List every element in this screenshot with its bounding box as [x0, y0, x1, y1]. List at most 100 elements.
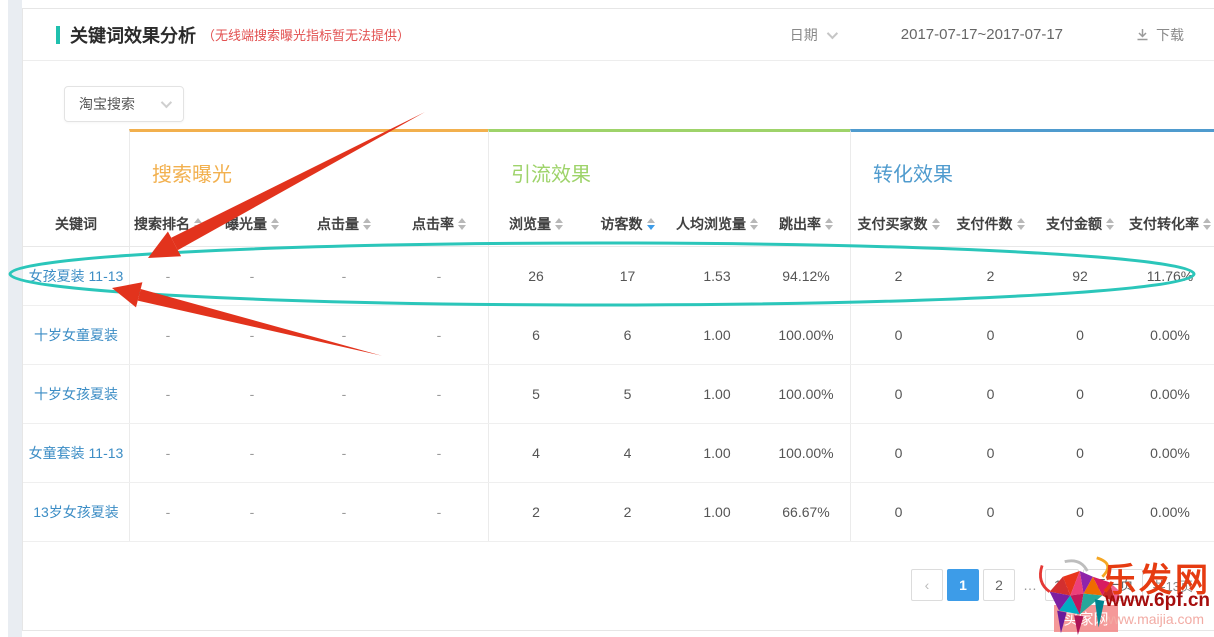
date-label: 日期 — [790, 25, 818, 45]
table-cell: 0.00% — [1125, 483, 1214, 541]
column-header-label: 浏览量 — [509, 214, 551, 234]
column-header-label: 搜索排名 — [134, 214, 190, 234]
keyword-cell[interactable]: 十岁女孩夏装 — [23, 365, 129, 423]
keyword-analysis-panel: 关键词效果分析 （无线端搜索曝光指标暂无法提供） 日期 2017-07-17~2… — [22, 8, 1214, 631]
column-group-label: 转化效果 — [873, 158, 953, 187]
column-header-10[interactable]: 支付件数 — [946, 201, 1035, 246]
pagination-page-1[interactable]: 1 — [947, 569, 979, 601]
date-dropdown[interactable]: 日期 — [790, 25, 835, 45]
panel-note: （无线端搜索曝光指标暂无法提供） — [202, 25, 410, 44]
table-cell: 1.53 — [672, 247, 762, 305]
download-button[interactable]: 下载 — [1135, 25, 1184, 45]
table-cell: - — [129, 306, 206, 364]
pagination-page-2[interactable]: 2 — [983, 569, 1015, 601]
sort-icon[interactable] — [932, 218, 940, 230]
table-cell: 4 — [583, 424, 672, 482]
table-cell: 2 — [946, 247, 1035, 305]
column-header-4[interactable]: 点击率 — [390, 201, 488, 246]
column-header-6[interactable]: 访客数 — [583, 201, 672, 246]
panel-header: 关键词效果分析 （无线端搜索曝光指标暂无法提供） 日期 2017-07-17~2… — [23, 9, 1214, 61]
table-cell: - — [390, 247, 488, 305]
download-label: 下载 — [1156, 25, 1184, 45]
page-left-gutter — [8, 0, 22, 637]
column-header-3[interactable]: 点击量 — [298, 201, 390, 246]
table-cell: 1.00 — [672, 306, 762, 364]
pagination-prev-button[interactable]: ‹ — [911, 569, 943, 601]
channel-select-dropdown[interactable]: 淘宝搜索 — [64, 86, 184, 122]
table-row: 13岁女孩夏装----221.0066.67%0000.00% — [23, 483, 1214, 542]
column-header-8[interactable]: 跳出率 — [762, 201, 850, 246]
table-cell: 2 — [583, 483, 672, 541]
table-cell: 0 — [1035, 424, 1125, 482]
sort-icon[interactable] — [825, 218, 833, 230]
table-cell: - — [206, 483, 298, 541]
table-cell: - — [206, 424, 298, 482]
column-group-1: 搜索曝光 — [129, 129, 488, 201]
column-header-7[interactable]: 人均浏览量 — [672, 201, 762, 246]
table-cell: - — [298, 306, 390, 364]
column-header-5[interactable]: 浏览量 — [488, 201, 583, 246]
table-cell: 0.00% — [1125, 424, 1214, 482]
keyword-cell[interactable]: 13岁女孩夏装 — [23, 483, 129, 541]
sort-icon[interactable] — [1106, 218, 1114, 230]
table-cell: 4 — [488, 424, 583, 482]
table-cell: - — [390, 306, 488, 364]
table-cell: 0 — [850, 424, 946, 482]
column-header-label: 人均浏览量 — [676, 214, 746, 234]
sort-icon[interactable] — [194, 218, 202, 230]
column-header-label: 支付件数 — [957, 214, 1013, 234]
table-cell: 0.00% — [1125, 306, 1214, 364]
column-group-label: 搜索曝光 — [152, 158, 232, 187]
sort-icon[interactable] — [271, 218, 279, 230]
table-cell: 26 — [488, 247, 583, 305]
column-header-1[interactable]: 搜索排名 — [129, 201, 206, 246]
column-header-2[interactable]: 曝光量 — [206, 201, 298, 246]
table-cell: 0 — [946, 424, 1035, 482]
sort-icon[interactable] — [363, 218, 371, 230]
table-cell: 1.00 — [672, 424, 762, 482]
sort-icon[interactable] — [1203, 218, 1211, 230]
table-cell: - — [298, 247, 390, 305]
sort-icon[interactable] — [555, 218, 563, 230]
table-cell: 0 — [946, 365, 1035, 423]
pagination-next-button[interactable]: 下一页 — [1083, 569, 1143, 601]
column-header-label: 支付转化率 — [1129, 214, 1199, 234]
chevron-down-icon — [161, 97, 172, 108]
keyword-cell[interactable]: 女童套装 11-13 — [23, 424, 129, 482]
table-cell: - — [390, 483, 488, 541]
keyword-cell[interactable]: 十岁女童夏装 — [23, 306, 129, 364]
sort-icon[interactable] — [647, 218, 655, 230]
keyword-group-spacer — [23, 129, 129, 201]
column-header-label: 支付金额 — [1046, 214, 1102, 234]
sort-icon[interactable] — [458, 218, 466, 230]
table-cell: 94.12% — [762, 247, 850, 305]
pagination-page-13[interactable]: 13 — [1045, 569, 1079, 601]
table-cell: 0 — [946, 306, 1035, 364]
table-cell: 0.00% — [1125, 365, 1214, 423]
table-cell: 100.00% — [762, 306, 850, 364]
column-header-11[interactable]: 支付金额 — [1035, 201, 1125, 246]
table-row: 女童套装 11-13----441.00100.00%0000.00% — [23, 424, 1214, 483]
column-header-9[interactable]: 支付买家数 — [850, 201, 946, 246]
keyword-cell[interactable]: 女孩夏装 11-13 — [23, 247, 129, 305]
sort-icon[interactable] — [1017, 218, 1025, 230]
pagination-total: 共13页 — [1153, 576, 1193, 595]
table-cell: 11.76% — [1125, 247, 1214, 305]
table-cell: 0 — [1035, 365, 1125, 423]
table-cell: - — [298, 365, 390, 423]
table-cell: 0 — [1035, 306, 1125, 364]
column-header-label: 访客数 — [601, 214, 643, 234]
channel-select-value: 淘宝搜索 — [79, 94, 135, 114]
table-row: 女孩夏装 11-13----26171.5394.12%229211.76% — [23, 247, 1214, 306]
table-cell: - — [206, 247, 298, 305]
table-row: 十岁女孩夏装----551.00100.00%0000.00% — [23, 365, 1214, 424]
sort-icon[interactable] — [750, 218, 758, 230]
column-header-12[interactable]: 支付转化率 — [1125, 201, 1214, 246]
panel-title: 关键词效果分析 — [70, 22, 196, 48]
column-header-label: 关键词 — [55, 214, 97, 234]
table-cell: 2 — [850, 247, 946, 305]
table-row: 十岁女童夏装----661.00100.00%0000.00% — [23, 306, 1214, 365]
table-cell: - — [298, 424, 390, 482]
column-header-label: 支付买家数 — [858, 214, 928, 234]
table-cell: 0 — [850, 483, 946, 541]
